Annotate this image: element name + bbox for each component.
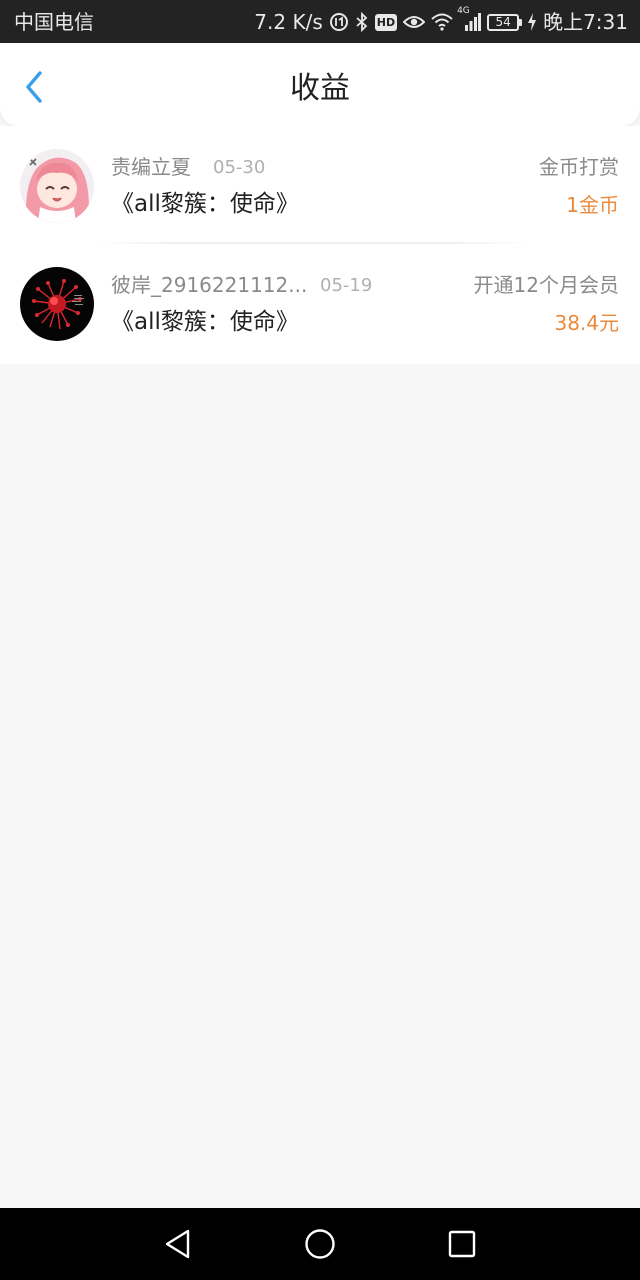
status-icons: 7.2 K/s HD 4G 54 晚上7:31 bbox=[254, 6, 628, 35]
hd-badge: HD bbox=[374, 13, 398, 31]
wifi-icon bbox=[431, 11, 453, 33]
status-bar: 中国电信 7.2 K/s HD 4G 54 晚上7:31 bbox=[0, 0, 640, 43]
user-avatar[interactable] bbox=[20, 267, 94, 341]
page-title: 收益 bbox=[290, 71, 350, 106]
income-list: 责编立夏 05-30 《all黎簇：使命》 金币打赏 1金币 彼岸_291622… bbox=[0, 126, 640, 364]
income-date: 05-19 bbox=[320, 275, 373, 296]
nav-recents-button[interactable] bbox=[442, 1226, 482, 1262]
income-item[interactable]: 彼岸_2916221112... 05-19 《all黎簇：使命》 开通12个月… bbox=[0, 244, 640, 364]
network-speed: 7.2 K/s bbox=[254, 10, 323, 34]
book-title: 《all黎簇：使命》 bbox=[111, 309, 299, 335]
income-amount: 1金币 bbox=[566, 193, 619, 217]
bluetooth-icon bbox=[355, 11, 369, 33]
income-amount: 38.4元 bbox=[554, 311, 619, 335]
income-date: 05-30 bbox=[213, 157, 266, 178]
income-type: 金币打赏 bbox=[539, 155, 619, 179]
income-type: 开通12个月会员 bbox=[473, 273, 619, 297]
clock: 晚上7:31 bbox=[543, 10, 628, 34]
battery-icon: 54 bbox=[487, 13, 523, 31]
user-name: 责编立夏 bbox=[111, 155, 191, 179]
charging-icon bbox=[527, 11, 537, 33]
eye-comfort-icon bbox=[403, 11, 426, 33]
navigation-bar bbox=[0, 1208, 640, 1280]
book-title: 《all黎簇：使命》 bbox=[111, 191, 299, 217]
user-avatar[interactable] bbox=[20, 149, 94, 223]
nav-home-button[interactable] bbox=[300, 1226, 340, 1262]
carrier-label: 中国电信 bbox=[14, 10, 94, 34]
network-type: 4G bbox=[457, 6, 470, 16]
signal-icon: 4G bbox=[457, 6, 482, 33]
header: 收益 bbox=[0, 43, 640, 126]
user-name: 彼岸_2916221112... bbox=[111, 273, 308, 297]
data-saver-icon bbox=[329, 11, 349, 33]
screen: 中国电信 7.2 K/s HD 4G 54 晚上7:31 收益 责编立夏 05-… bbox=[0, 0, 640, 1280]
income-item[interactable]: 责编立夏 05-30 《all黎簇：使命》 金币打赏 1金币 bbox=[0, 126, 640, 244]
nav-back-button[interactable] bbox=[158, 1226, 198, 1262]
home-circle-icon bbox=[305, 1229, 335, 1259]
recents-square-icon bbox=[448, 1230, 476, 1258]
back-triangle-icon bbox=[165, 1229, 190, 1259]
